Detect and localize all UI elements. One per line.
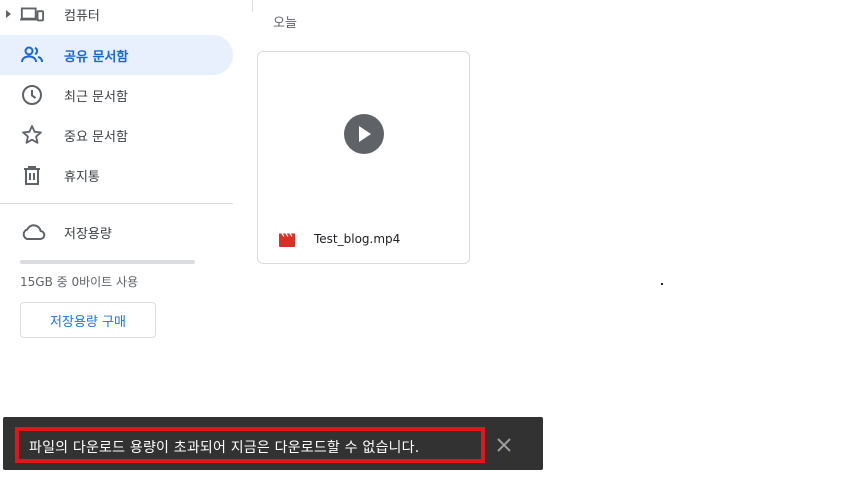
storage-usage-text: 15GB 중 0바이트 사용 <box>20 275 139 289</box>
trash-icon <box>20 163 44 187</box>
cloud-icon <box>20 220 46 244</box>
video-film-icon <box>278 232 296 248</box>
buy-storage-button[interactable]: 저장용량 구매 <box>20 302 156 338</box>
content-divider <box>252 0 253 12</box>
sidebar-item-starred[interactable]: 중요 문서함 <box>0 115 233 155</box>
file-footer[interactable]: Test_blog.mp4 <box>258 224 469 256</box>
section-heading-today: 오늘 <box>273 16 297 31</box>
storage-label: 저장용량 <box>64 227 112 242</box>
sidebar-item-recent[interactable]: 최근 문서함 <box>0 75 233 115</box>
file-name: Test_blog.mp4 <box>314 232 401 246</box>
storage-quota-bar <box>20 260 195 264</box>
sidebar-item-computers[interactable]: 컴퓨터 <box>0 0 233 34</box>
sidebar-divider <box>0 203 233 204</box>
snackbar: 파일의 다운로드 용량이 초과되어 지금은 다운로드할 수 없습니다. <box>3 417 543 470</box>
sidebar-item-label: 휴지통 <box>64 169 100 185</box>
play-icon[interactable] <box>344 114 384 154</box>
stray-dot <box>661 283 663 285</box>
sidebar-item-label: 공유 문서함 <box>64 49 129 65</box>
computer-devices-icon <box>20 2 44 26</box>
expand-arrow-icon[interactable] <box>6 10 11 18</box>
star-icon <box>20 123 44 147</box>
clock-icon <box>20 83 44 107</box>
sidebar-item-trash[interactable]: 휴지통 <box>0 155 233 195</box>
file-card[interactable]: Test_blog.mp4 <box>257 51 470 264</box>
sidebar-item-label: 컴퓨터 <box>64 8 100 24</box>
sidebar-item-label: 중요 문서함 <box>64 129 128 145</box>
snackbar-message: 파일의 다운로드 용량이 초과되어 지금은 다운로드할 수 없습니다. <box>29 440 420 456</box>
sidebar-item-label: 최근 문서함 <box>64 89 128 105</box>
people-icon <box>20 43 44 67</box>
file-thumbnail[interactable] <box>258 52 469 217</box>
sidebar-item-shared[interactable]: 공유 문서함 <box>0 35 233 75</box>
close-icon[interactable] <box>495 436 513 454</box>
sidebar-item-storage[interactable]: 저장용량 <box>0 212 233 252</box>
sidebar: 컴퓨터 공유 문서함 최근 문서함 중요 문서함 휴지통 저장용량 15GB 중… <box>0 0 240 400</box>
